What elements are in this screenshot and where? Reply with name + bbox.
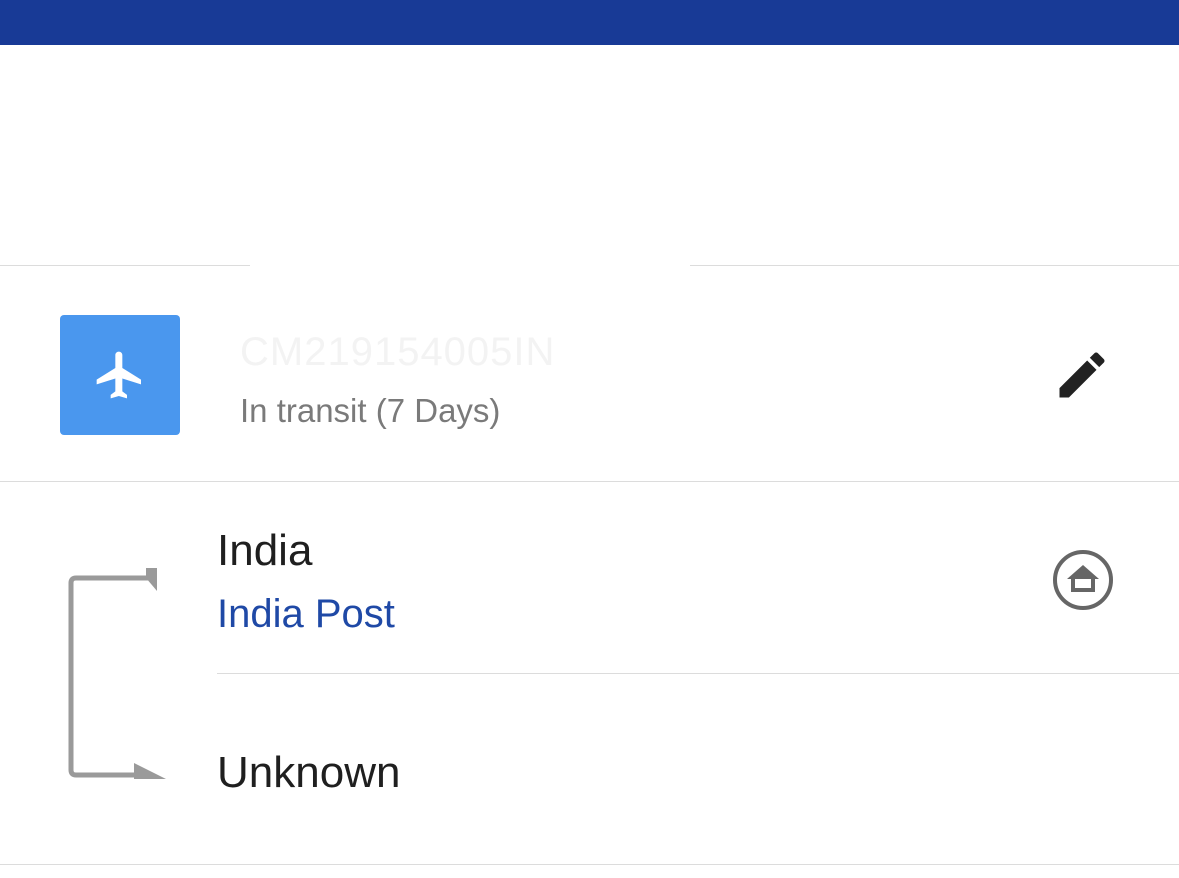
shipment-divider xyxy=(0,481,1179,482)
route-divider xyxy=(217,673,1179,674)
origin-carrier-link[interactable]: India Post xyxy=(217,592,395,637)
header-fade xyxy=(250,255,690,275)
origin-country: India xyxy=(217,526,313,575)
top-app-bar xyxy=(0,0,1179,45)
transport-mode-tile xyxy=(60,315,180,435)
airplane-icon xyxy=(96,351,141,399)
home-button[interactable] xyxy=(1050,547,1116,613)
pencil-icon xyxy=(1059,352,1105,398)
destination-country: Unknown xyxy=(217,748,401,797)
home-icon xyxy=(1053,550,1113,610)
route-connector-icon xyxy=(68,568,166,779)
shipment-status: In transit (7 Days) xyxy=(240,392,501,429)
bottom-divider xyxy=(0,864,1179,865)
edit-button[interactable] xyxy=(1050,345,1114,405)
tracking-number: CM219154005IN xyxy=(240,330,556,374)
